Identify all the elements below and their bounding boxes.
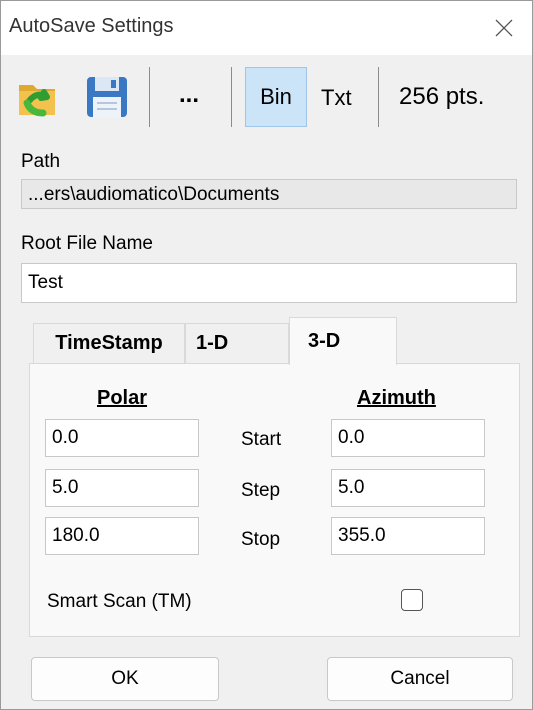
close-icon — [495, 19, 513, 37]
polar-step-input[interactable]: 5.0 — [45, 469, 199, 507]
toolbar-separator — [378, 67, 379, 127]
toolbar-separator — [231, 67, 232, 127]
browse-button[interactable]: ... — [179, 81, 199, 109]
azimuth-header: Azimuth — [357, 387, 436, 409]
step-label: Step — [241, 480, 281, 501]
stop-label: Stop — [241, 529, 281, 550]
bin-format-button[interactable]: Bin — [245, 67, 307, 127]
title-bar: AutoSave Settings — [1, 1, 532, 55]
tab-timestamp[interactable]: TimeStamp — [33, 323, 185, 363]
root-file-name-input[interactable]: Test — [21, 263, 517, 303]
ok-button[interactable]: OK — [31, 657, 219, 701]
path-field: ...ers\audiomatico\Documents — [21, 179, 517, 209]
tab-1d[interactable]: 1-D — [185, 323, 289, 363]
polar-start-input[interactable]: 0.0 — [45, 419, 199, 457]
autosave-settings-window: AutoSave Settings ... Bin Txt 256 pts. P… — [0, 0, 533, 710]
start-label: Start — [241, 429, 282, 450]
txt-format-button[interactable]: Txt — [321, 85, 352, 111]
polar-header: Polar — [97, 387, 148, 409]
points-count: 256 pts. — [399, 83, 485, 110]
root-file-name-label: Root File Name — [21, 233, 153, 254]
cancel-button[interactable]: Cancel — [327, 657, 513, 701]
azimuth-step-input[interactable]: 5.0 — [331, 469, 485, 507]
floppy-disk-icon[interactable] — [83, 73, 131, 121]
path-label: Path — [21, 151, 61, 172]
azimuth-stop-input[interactable]: 355.0 — [331, 517, 485, 555]
tab-3d[interactable]: 3-D — [289, 317, 397, 365]
polar-stop-input[interactable]: 180.0 — [45, 517, 199, 555]
smart-scan-label: Smart Scan (TM) — [47, 591, 192, 612]
azimuth-start-input[interactable]: 0.0 — [331, 419, 485, 457]
close-button[interactable] — [476, 1, 532, 55]
smart-scan-checkbox[interactable] — [401, 589, 423, 611]
folder-open-arrow-icon[interactable] — [15, 73, 63, 121]
toolbar-separator — [149, 67, 150, 127]
window-title: AutoSave Settings — [9, 15, 174, 37]
